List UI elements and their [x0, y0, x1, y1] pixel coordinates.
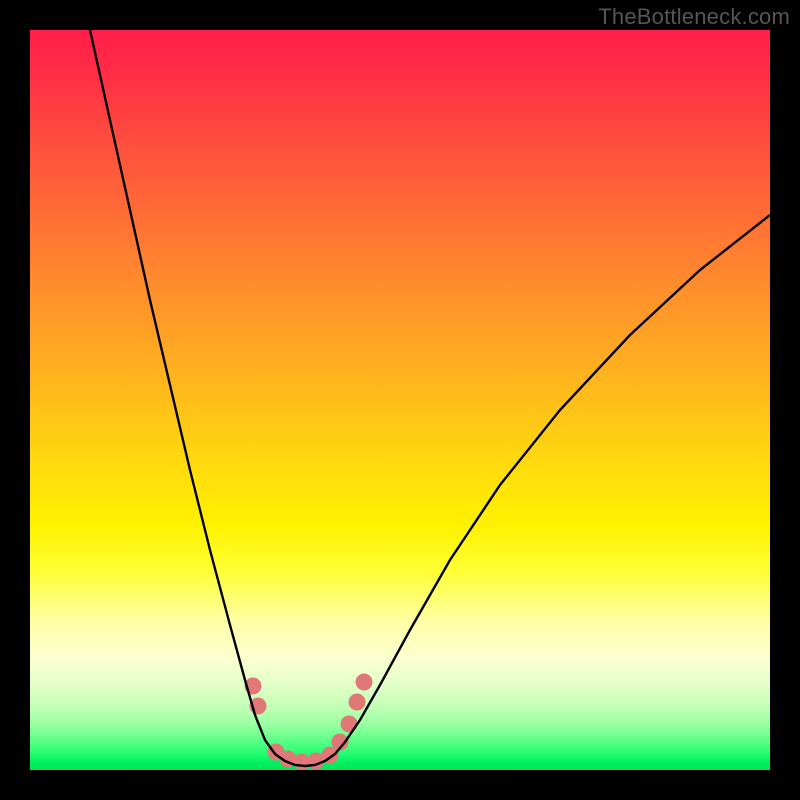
plot-area	[30, 30, 770, 770]
watermark-text: TheBottleneck.com	[598, 4, 790, 30]
curve-right-branch	[335, 215, 770, 754]
curve-layer	[30, 30, 770, 770]
marker-dot	[341, 716, 358, 733]
curve-left-branch	[90, 30, 275, 754]
highlight-markers	[245, 674, 373, 771]
marker-dot	[349, 694, 366, 711]
chart-frame: TheBottleneck.com	[0, 0, 800, 800]
marker-dot	[356, 674, 373, 691]
